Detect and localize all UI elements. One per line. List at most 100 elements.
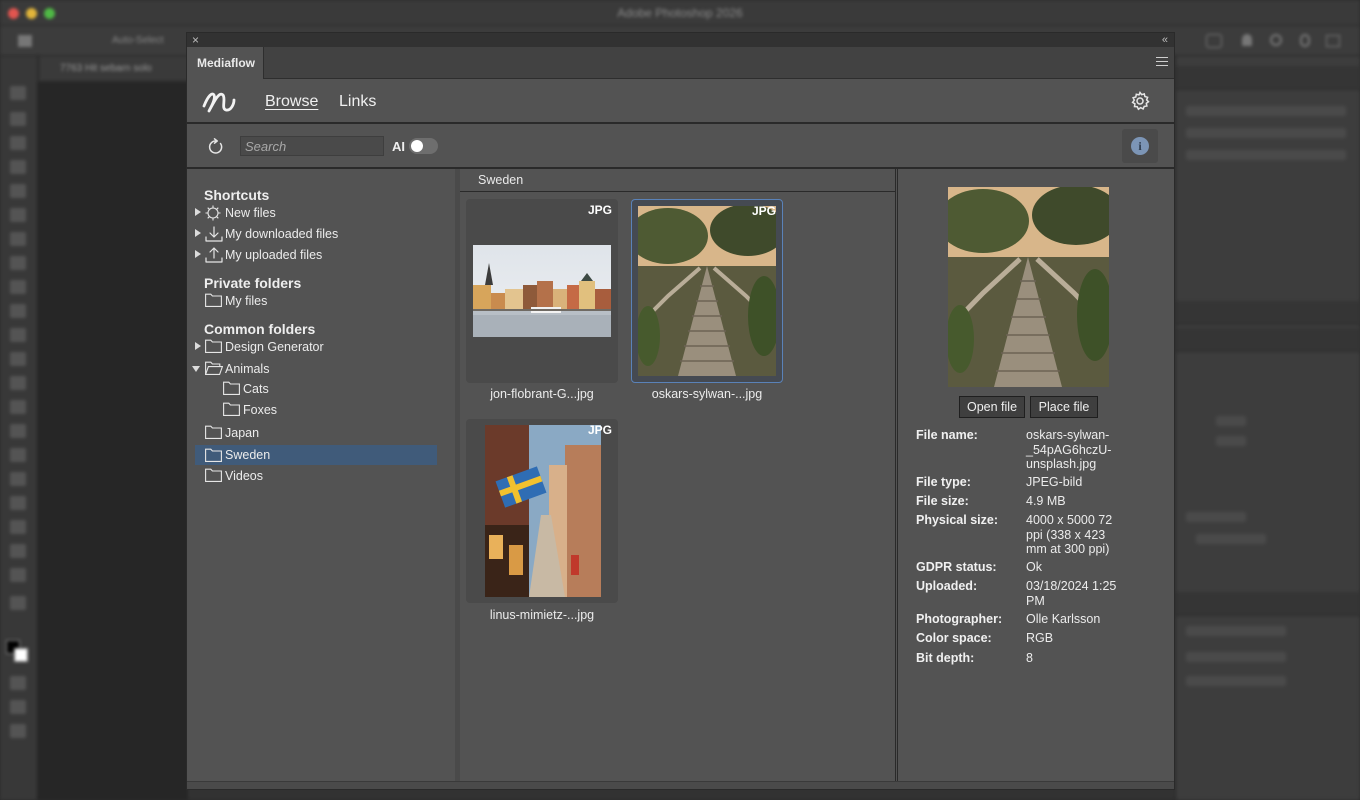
open-file-button[interactable]: Open file <box>959 396 1025 418</box>
expand-arrow-icon[interactable] <box>195 342 201 350</box>
blur-tool-icon[interactable] <box>10 400 26 414</box>
sidebar-item-design-generator[interactable]: Design Generator <box>195 338 445 358</box>
metadata-key: Physical size: <box>916 513 998 527</box>
panel-tabs-top[interactable] <box>1176 66 1360 90</box>
file-card-oskars-sylwan[interactable]: JPG <box>631 199 783 383</box>
panel-menu-icon[interactable] <box>1156 57 1168 67</box>
panel-tabs-bottom[interactable] <box>1176 592 1360 616</box>
type-tool-icon[interactable] <box>10 472 26 486</box>
auto-select-label: Auto-Select <box>112 35 164 46</box>
nav-browse[interactable]: Browse <box>265 93 318 111</box>
ai-toggle[interactable] <box>409 138 438 154</box>
sidebar-item-new-files[interactable]: New files <box>195 204 445 224</box>
tab-mediaflow[interactable]: Mediaflow <box>187 47 264 79</box>
metadata-key: Photographer: <box>916 612 1003 626</box>
sidebar-item-cats[interactable]: Cats <box>213 380 445 400</box>
current-folder-title: Sweden <box>478 173 524 187</box>
dodge-tool-icon[interactable] <box>10 424 26 438</box>
shortcuts-heading: Shortcuts <box>204 187 270 203</box>
ai-label: AI <box>392 139 405 154</box>
sidebar-item-label: Videos <box>225 469 263 483</box>
sidebar-item-foxes[interactable]: Foxes <box>213 401 445 421</box>
common-folders-heading: Common folders <box>204 321 316 337</box>
crop-tool-icon[interactable] <box>10 184 26 198</box>
folder-icon <box>205 448 222 462</box>
search-input[interactable] <box>240 136 384 156</box>
magic-wand-tool-icon[interactable] <box>10 160 26 174</box>
file-card-linus-mimietz[interactable]: JPG <box>466 419 618 603</box>
quick-mask-icon[interactable] <box>10 676 26 690</box>
metadata-key: Uploaded: <box>916 579 978 593</box>
close-panel-icon[interactable]: × <box>192 33 199 47</box>
expand-arrow-icon[interactable] <box>195 229 201 237</box>
folder-icon <box>205 468 222 482</box>
frame-tool-icon[interactable] <box>10 208 26 222</box>
photoshop-title: Adobe Photoshop 2026 <box>617 6 743 20</box>
private-folders-heading: Private folders <box>204 275 302 291</box>
panel-body: Shortcuts New files My downloaded files <box>187 169 1174 781</box>
sidebar-item-label: My downloaded files <box>225 227 339 241</box>
more-tools-icon[interactable] <box>10 596 26 610</box>
sidebar-item-videos[interactable]: Videos <box>195 467 445 487</box>
sidebar-item-animals[interactable]: Animals <box>192 360 445 380</box>
info-button[interactable]: i <box>1122 129 1158 163</box>
photoshop-right-panels <box>1175 56 1360 800</box>
home-icon[interactable] <box>18 35 32 47</box>
workspace-icon[interactable] <box>1326 35 1340 47</box>
preview-image <box>948 187 1109 387</box>
panel-resize-handle[interactable] <box>187 781 1174 789</box>
eyedropper-tool-icon[interactable] <box>10 232 26 246</box>
sidebar-item-my-files[interactable]: My files <box>195 292 445 312</box>
hand-tool-icon[interactable] <box>10 544 26 558</box>
panel-toolbar <box>1176 301 1360 325</box>
canvas-area[interactable] <box>38 82 188 800</box>
refresh-icon[interactable] <box>207 138 225 156</box>
shape-tool-icon[interactable] <box>10 520 26 534</box>
brush-tool-icon[interactable] <box>10 280 26 294</box>
share-icon[interactable] <box>1206 34 1222 48</box>
sidebar-item-my-downloaded-files[interactable]: My downloaded files <box>195 225 445 245</box>
path-selection-icon[interactable] <box>10 496 26 510</box>
search-icon[interactable] <box>1270 34 1282 46</box>
sidebar-item-my-uploaded-files[interactable]: My uploaded files <box>195 246 445 266</box>
eraser-tool-icon[interactable] <box>10 352 26 366</box>
file-card-jon-flobrant[interactable]: JPG <box>466 199 618 383</box>
gradient-tool-icon[interactable] <box>10 376 26 390</box>
collapse-panel-icon[interactable]: « <box>1162 33 1168 47</box>
notification-icon[interactable] <box>1242 34 1252 46</box>
screen-mode-icon[interactable] <box>10 700 26 714</box>
panel-row <box>1186 676 1286 686</box>
expand-arrow-icon[interactable] <box>195 250 201 258</box>
gear-icon[interactable] <box>1130 91 1150 111</box>
metadata-value: Ok <box>1026 560 1042 574</box>
history-brush-icon[interactable] <box>10 328 26 342</box>
move-tool-icon[interactable] <box>10 86 26 100</box>
metadata-value: RGB <box>1026 631 1054 645</box>
healing-tool-icon[interactable] <box>10 256 26 270</box>
metadata-value: JPEG-bild <box>1026 475 1083 489</box>
sidebar-item-sweden[interactable]: Sweden <box>195 445 437 465</box>
stamp-tool-icon[interactable] <box>10 304 26 318</box>
lasso-tool-icon[interactable] <box>10 136 26 150</box>
collapse-arrow-icon[interactable] <box>192 366 200 372</box>
metadata-value: 03/18/2024 1:25 PM <box>1026 579 1117 608</box>
edit-toolbar-icon[interactable] <box>10 724 26 738</box>
zoom-tool-icon[interactable] <box>10 568 26 582</box>
nav-links[interactable]: Links <box>339 93 376 111</box>
sidebar-item-japan[interactable]: Japan <box>195 424 445 444</box>
upload-icon <box>205 247 223 263</box>
metadata-key: File size: <box>916 494 969 508</box>
place-file-button[interactable]: Place file <box>1030 396 1098 418</box>
pen-tool-icon[interactable] <box>10 448 26 462</box>
tab-mediaflow-label: Mediaflow <box>197 56 256 70</box>
mediaflow-header: Browse Links <box>187 79 1174 124</box>
panel-row <box>1186 626 1286 636</box>
thumbnail-image <box>473 245 611 337</box>
expand-arrow-icon[interactable] <box>195 208 201 216</box>
document-tab[interactable]: 7763 Hit sebarn solo <box>40 56 190 82</box>
lightbulb-icon[interactable] <box>1300 34 1310 47</box>
background-color-swatch[interactable] <box>14 648 28 662</box>
panel-tabs-middle[interactable] <box>1176 328 1360 352</box>
marquee-tool-icon[interactable] <box>10 112 26 126</box>
sidebar-item-label: Japan <box>225 426 260 440</box>
